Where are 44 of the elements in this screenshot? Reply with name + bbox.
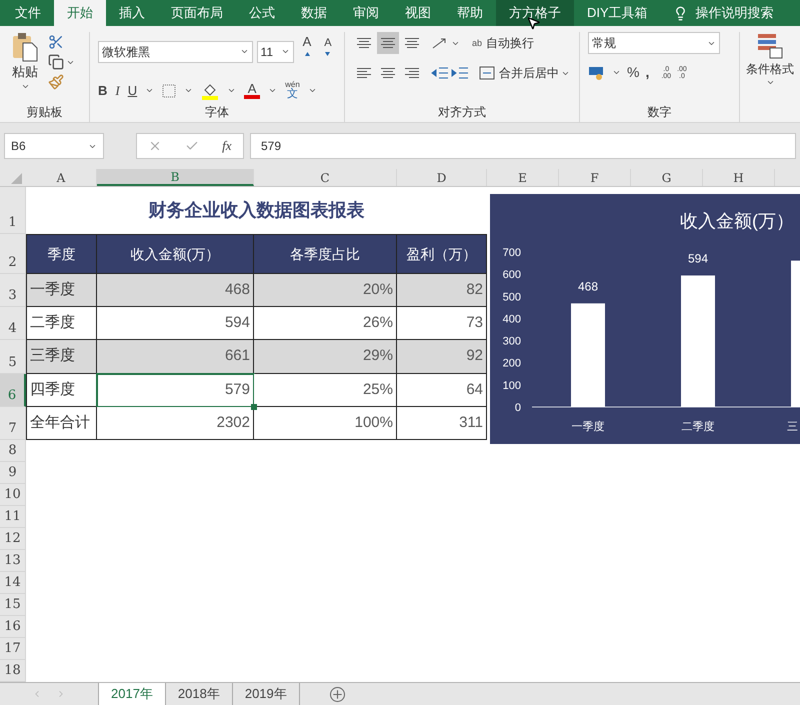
table-cell: 82 bbox=[397, 274, 487, 307]
table-cell: 64 bbox=[397, 374, 487, 407]
table-cell: 100% bbox=[254, 407, 397, 440]
data-label: 594 bbox=[688, 251, 708, 266]
table-cell: 29% bbox=[254, 340, 397, 374]
table-cell: 73 bbox=[397, 307, 487, 340]
group-label: 字体 bbox=[205, 104, 229, 121]
data-label: 468 bbox=[578, 279, 598, 294]
table-cell: 579 bbox=[97, 374, 254, 407]
tick-label: 300 bbox=[502, 336, 521, 348]
tick-label: 100 bbox=[502, 380, 521, 392]
table-cell: 594 bbox=[97, 307, 254, 340]
category-label: 二季度 bbox=[682, 421, 714, 433]
table-cell: 92 bbox=[397, 340, 487, 374]
chart-title: 收入金额(万） bbox=[680, 211, 794, 231]
group-label: 剪贴板 bbox=[26, 104, 62, 121]
tick-label: 700 bbox=[502, 247, 521, 259]
category-label: 一季度 bbox=[572, 421, 604, 433]
table-cell: 468 bbox=[97, 274, 254, 307]
group-label: 对齐方式 bbox=[438, 104, 486, 121]
table-cell: 661 bbox=[97, 340, 254, 374]
table-header-cell: 各季度占比 bbox=[254, 234, 397, 274]
tick-label: 600 bbox=[502, 269, 521, 282]
tick-label: 200 bbox=[502, 358, 521, 370]
table-cell: 一季度 bbox=[26, 274, 97, 307]
table-cell: 26% bbox=[254, 307, 397, 340]
tick-label: 400 bbox=[502, 313, 521, 326]
table-cell: 2302 bbox=[97, 407, 254, 440]
table-cell: 311 bbox=[397, 407, 487, 440]
table-cell: 全年合计 bbox=[26, 407, 97, 440]
table-cell: 四季度 bbox=[26, 374, 97, 407]
table-cell: 二季度 bbox=[26, 307, 97, 340]
category-label: 三 bbox=[787, 421, 798, 433]
tick-label: 0 bbox=[514, 402, 521, 414]
table-cell: 20% bbox=[254, 274, 397, 307]
table-header-cell: 季度 bbox=[26, 234, 97, 274]
table-header-cell: 收入金额(万） bbox=[97, 234, 254, 274]
table-header-cell: 盈利（万） bbox=[397, 234, 487, 274]
group-label: 数字 bbox=[648, 104, 672, 121]
wrap-text-glyph: ab bbox=[472, 38, 482, 48]
report-title: 财务企业收入数据图表报表 bbox=[148, 199, 364, 222]
table-cell: 25% bbox=[254, 374, 397, 407]
table-cell: 三季度 bbox=[26, 340, 97, 374]
tick-label: 500 bbox=[502, 291, 521, 304]
